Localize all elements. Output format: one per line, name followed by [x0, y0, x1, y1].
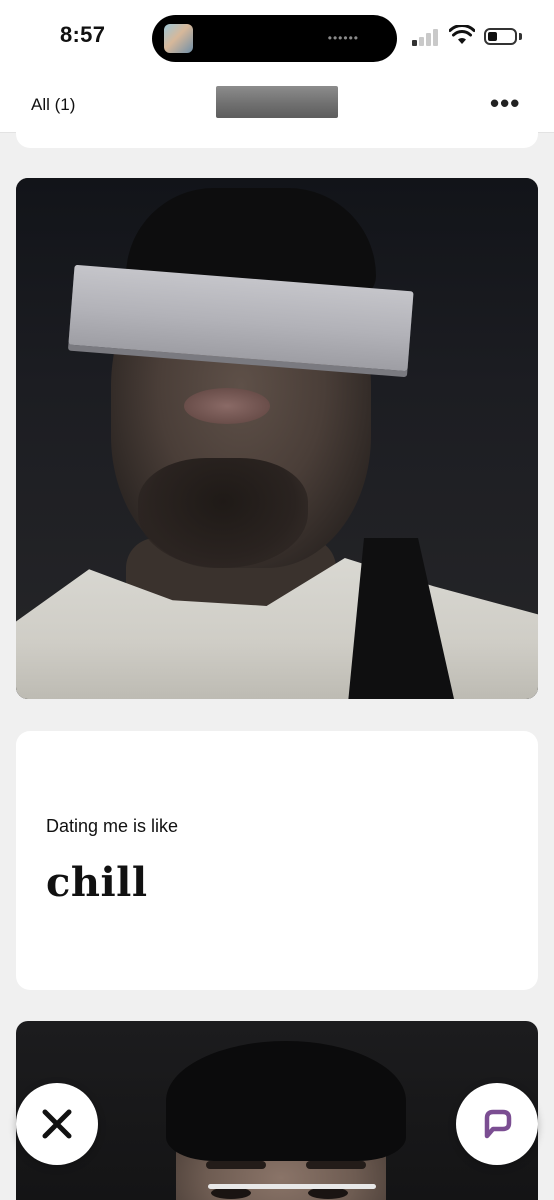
prompt-question: Dating me is like — [46, 816, 179, 836]
prompt-card[interactable]: Dating me is like chill — [16, 731, 538, 990]
profile-name-redaction — [216, 86, 338, 118]
island-thumbnail — [164, 24, 193, 53]
previous-card-edge — [16, 132, 538, 148]
status-bar: 8:57 •••••• — [0, 0, 554, 76]
photo2-brow-left — [206, 1161, 266, 1169]
comment-button[interactable] — [456, 1083, 538, 1165]
photo-lips — [184, 388, 270, 424]
island-activity-indicator: •••••• — [327, 31, 359, 45]
dynamic-island[interactable]: •••••• — [152, 15, 397, 62]
cellular-signal-icon — [412, 28, 442, 46]
photo2-hair — [166, 1041, 406, 1161]
more-horizontal-icon[interactable]: ••• — [490, 88, 520, 119]
comment-icon — [484, 1109, 512, 1139]
skip-button[interactable] — [16, 1083, 98, 1165]
battery-cap — [519, 33, 522, 40]
photo2-brow-right — [306, 1161, 366, 1169]
status-time: 8:57 — [60, 22, 106, 47]
photo-beard — [138, 458, 308, 568]
filter-all-button[interactable]: All (1) — [31, 95, 75, 115]
profile-photo-1[interactable] — [16, 178, 538, 699]
top-nav: All (1) ••• — [0, 76, 554, 133]
battery-icon — [484, 28, 517, 45]
prompt-answer: chill — [46, 859, 148, 906]
x-icon — [42, 1109, 72, 1139]
home-indicator[interactable] — [208, 1184, 376, 1189]
wifi-icon — [449, 25, 475, 44]
